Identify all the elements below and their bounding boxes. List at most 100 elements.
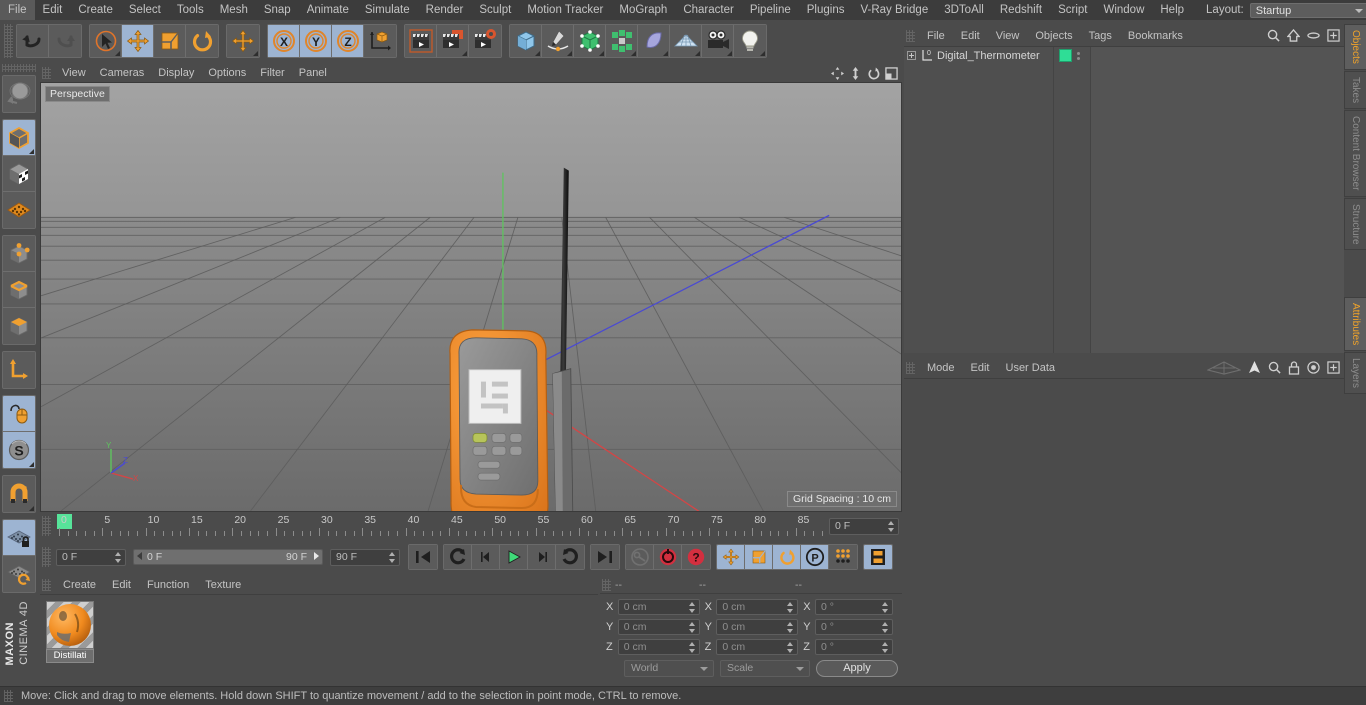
tab-attributes[interactable]: Attributes [1344,297,1366,352]
ellipse-icon[interactable] [1307,29,1320,42]
coordinate-system-dropdown[interactable]: World [624,660,714,677]
spinner-icon[interactable] [787,602,794,613]
add-floor-button[interactable] [670,25,702,57]
apply-button[interactable]: Apply [815,660,898,677]
previous-keyframe-button[interactable] [444,545,472,569]
redo-button[interactable] [49,25,81,57]
go-to-end-button[interactable] [591,545,619,569]
scale-tool-button[interactable] [154,25,186,57]
object-row-digital-thermometer[interactable]: 0 Digital_Thermometer [904,47,1053,64]
menu-item-redshift[interactable]: Redshift [992,0,1050,20]
add-light-button[interactable] [734,25,766,57]
lock-icon[interactable] [1288,360,1300,375]
object-manager-drag-handle[interactable] [906,30,915,42]
material-item[interactable]: Distillati [46,601,94,663]
render-to-picture-viewer-button[interactable] [437,25,469,57]
lock-x-axis-button[interactable]: X [268,25,300,57]
menu-item-file[interactable]: File [0,0,35,20]
tab-takes[interactable]: Takes [1344,70,1366,110]
spinner-icon[interactable] [688,622,696,633]
playback-range-slider[interactable]: 0 F 90 F [133,549,323,565]
attribute-menu-edit[interactable]: Edit [963,358,998,378]
add-deformer-button[interactable] [638,25,670,57]
rotation-y-field[interactable]: 0 ° [814,619,894,635]
menu-item-sculpt[interactable]: Sculpt [471,0,519,20]
magnet-tool-button[interactable] [3,476,35,512]
cursor-arrow-icon[interactable] [1248,360,1261,375]
material-menu-function[interactable]: Function [139,576,197,594]
menu-item-render[interactable]: Render [418,0,472,20]
position-z-field[interactable]: 0 cm [617,639,700,655]
left-toolbar-drag-handle[interactable] [2,64,36,72]
workplane-mode-button[interactable] [3,192,35,228]
position-x-field[interactable]: 0 cm [617,599,700,615]
render-settings-button[interactable] [469,25,501,57]
rotation-x-field[interactable]: 0 ° [814,599,894,615]
size-z-field[interactable]: 0 cm [716,639,799,655]
viewport-menu-filter[interactable]: Filter [253,64,291,82]
status-bar-drag-handle[interactable] [4,690,13,702]
move-secondary-button[interactable] [227,25,259,57]
play-button[interactable] [500,545,528,569]
add-array-button[interactable] [606,25,638,57]
add-cube-button[interactable] [510,25,542,57]
menu-item-motion-tracker[interactable]: Motion Tracker [519,0,611,20]
viewport-menu-view[interactable]: View [55,64,93,82]
menu-item-tools[interactable]: Tools [169,0,212,20]
live-selection-button[interactable] [90,25,122,57]
material-menu-create[interactable]: Create [55,576,104,594]
polygons-mode-button[interactable] [3,308,35,344]
material-menu-edit[interactable]: Edit [104,576,139,594]
lock-y-axis-button[interactable]: Y [300,25,332,57]
spinner-icon[interactable] [389,551,396,563]
pan-icon[interactable] [831,67,844,80]
object-menu-tags[interactable]: Tags [1081,26,1120,46]
spinner-icon[interactable] [787,642,794,653]
viewport-menu-options[interactable]: Options [201,64,253,82]
menu-item-edit[interactable]: Edit [35,0,71,20]
menu-item-snap[interactable]: Snap [256,0,299,20]
lock-z-axis-button[interactable]: Z [332,25,364,57]
visibility-dots-icon[interactable] [1077,51,1080,60]
expand-plus-icon[interactable] [907,51,916,60]
range-left-arrow-icon[interactable] [137,552,142,560]
keyframe-selection-button[interactable]: ? [682,545,710,569]
menu-item-script[interactable]: Script [1050,0,1095,20]
viewport-drag-handle[interactable] [42,67,51,79]
attribute-menu-mode[interactable]: Mode [919,358,963,378]
layer-color-swatch[interactable] [1059,49,1072,62]
menu-item-mograph[interactable]: MoGraph [611,0,675,20]
record-parameter-button[interactable]: P [801,545,829,569]
axis-modify-button[interactable] [3,352,35,388]
add-spline-button[interactable] [542,25,574,57]
attribute-manager-drag-handle[interactable] [906,362,915,374]
edges-mode-button[interactable] [3,272,35,308]
object-menu-view[interactable]: View [988,26,1028,46]
object-tree-column[interactable]: 0 Digital_Thermometer [904,47,1054,353]
maximize-icon[interactable] [885,67,898,80]
autokeying-button[interactable] [654,545,682,569]
timeline-ruler[interactable]: 051015202530354045505560657075808590 [53,514,826,538]
toolbar-drag-handle[interactable] [4,24,13,58]
model-mode-button[interactable] [3,120,35,156]
object-menu-file[interactable]: File [919,26,953,46]
record-scale-button[interactable] [745,545,773,569]
size-y-field[interactable]: 0 cm [716,619,799,635]
object-tag-row[interactable] [1054,47,1090,64]
go-to-start-button[interactable] [409,545,437,569]
spinner-icon[interactable] [787,622,794,633]
coordinates-drag-handle[interactable] [602,578,611,591]
tab-content-browser[interactable]: Content Browser [1344,110,1366,197]
position-y-field[interactable]: 0 cm [617,619,700,635]
rotate-tool-button[interactable] [186,25,218,57]
material-list[interactable]: Distillati [40,594,598,686]
points-mode-button[interactable] [3,236,35,272]
render-view-button[interactable] [405,25,437,57]
spinner-icon[interactable] [882,602,889,613]
texture-mode-button[interactable] [3,156,35,192]
soft-selection-button[interactable]: S [3,432,35,468]
record-active-objects-button[interactable] [626,545,654,569]
menu-item-animate[interactable]: Animate [299,0,357,20]
object-tag-column[interactable] [1054,47,1091,353]
spinner-icon[interactable] [882,642,889,653]
